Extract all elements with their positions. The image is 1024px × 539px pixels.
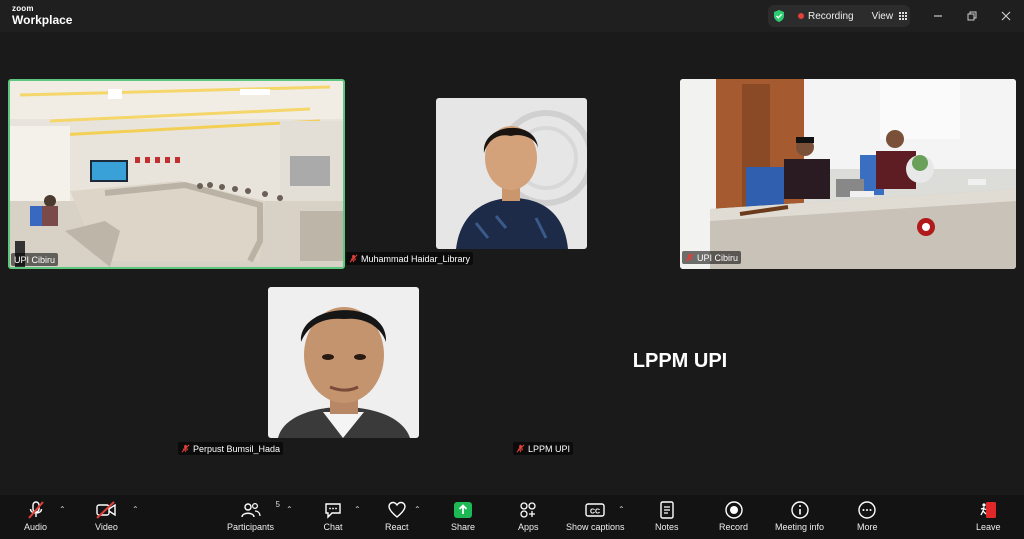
grid-view-icon[interactable] [899,11,908,21]
share-screen-icon [454,502,473,518]
react-label: React [385,522,409,532]
record-button[interactable]: Record [719,499,748,532]
close-button[interactable] [996,6,1016,26]
video-button[interactable]: Video [95,499,118,532]
restore-icon [967,11,977,21]
apps-label: Apps [518,522,539,532]
meeting-info-label: Meeting info [775,522,825,532]
participant-name: UPI Cibiru [14,254,56,265]
notes-button[interactable]: Notes [655,499,679,532]
cc-icon: CC [585,503,605,517]
mic-muted-icon [516,444,525,453]
chat-label: Chat [323,522,343,532]
apps-icon [520,502,536,518]
audio-label: Audio [24,522,48,532]
head-table-video [680,79,1016,269]
participant-name-tag: LPPM UPI [513,442,574,455]
captions-options-caret-icon[interactable]: ⌃ [618,505,625,514]
info-icon [790,501,809,519]
chat-button[interactable]: Chat [323,499,343,532]
participants-button[interactable]: 5 Participants [227,499,280,532]
mic-muted-icon [349,254,358,263]
mic-muted-icon [181,444,190,453]
notes-icon [660,501,674,519]
leave-icon [980,502,997,518]
captions-button[interactable]: CC Show captions [566,499,625,532]
share-label: Share [451,522,476,532]
participant-photo [436,98,587,249]
shield-icon[interactable] [772,9,786,23]
more-button[interactable]: More [857,499,878,532]
more-label: More [857,522,878,532]
heart-icon [388,501,406,518]
participants-count: 5 [275,500,280,509]
participant-name-tag: Muhammad Haidar_Library [346,252,474,265]
participants-label: Participants [227,522,275,532]
video-tile-perpust-bumsil[interactable] [268,287,419,438]
participant-photo [268,287,419,438]
view-button[interactable]: View [872,11,894,22]
zoom-logo: zoom Workplace [12,4,73,27]
more-icon [858,501,876,519]
recording-label[interactable]: Recording [808,11,854,22]
video-tile-upi-cibiru-2[interactable]: UPI Cibiru [680,79,1016,269]
video-stage: UPI Cibiru Muhammad Haidar_Library UPI C… [0,32,1024,495]
video-tile-upi-cibiru-1[interactable]: UPI Cibiru [8,79,345,269]
record-label: Record [719,522,749,532]
video-options-caret-icon[interactable]: ⌃ [132,505,139,514]
participant-name: Muhammad Haidar_Library [361,253,471,264]
notes-label: Notes [655,522,679,532]
participant-name-tag: Perpust Bumsil_Hada [178,442,284,455]
chat-icon [325,503,341,519]
chat-options-caret-icon[interactable]: ⌃ [354,505,361,514]
brand-small: zoom [12,4,34,13]
leave-label: Leave [976,522,1001,532]
participants-icon [240,502,261,518]
record-icon [724,501,743,519]
participant-name-tag: UPI Cibiru [682,251,742,264]
participant-name: Perpust Bumsil_Hada [193,443,281,454]
conference-room-video [10,81,343,267]
apps-button[interactable]: Apps [518,499,539,532]
brand-large: Workplace [12,13,73,27]
minimize-icon [934,15,942,17]
react-button[interactable]: React [385,499,409,532]
title-bar: zoom Workplace Recording View [0,0,1024,32]
participant-name: UPI Cibiru [697,252,739,263]
audio-options-caret-icon[interactable]: ⌃ [59,505,66,514]
audio-button[interactable]: Audio [24,499,47,532]
meeting-toolbar: Audio ⌃ Video ⌃ 5 Participants ⌃ Chat ⌃ … [0,495,1024,539]
minimize-button[interactable] [928,6,948,26]
restore-button[interactable] [962,6,982,26]
participant-name-tag: UPI Cibiru [11,253,59,266]
captions-label: Show captions [566,522,625,532]
svg-text:CC: CC [590,509,600,516]
close-icon [1001,11,1011,21]
video-off-icon [96,501,117,519]
recording-dot-icon [798,13,804,19]
meeting-info-button[interactable]: Meeting info [775,499,824,532]
mic-muted-icon [27,501,44,519]
mic-muted-icon [685,253,694,262]
participant-name: LPPM UPI [528,443,571,454]
recording-view-pill: Recording View [768,5,910,27]
video-label: Video [95,522,118,532]
participant-display-name: LPPM UPI [632,350,728,372]
leave-button[interactable]: Leave [976,499,1001,532]
react-options-caret-icon[interactable]: ⌃ [414,505,421,514]
video-tile-muhammad-haidar[interactable] [436,98,587,249]
share-button[interactable]: Share [451,499,475,532]
participants-options-caret-icon[interactable]: ⌃ [286,505,293,514]
